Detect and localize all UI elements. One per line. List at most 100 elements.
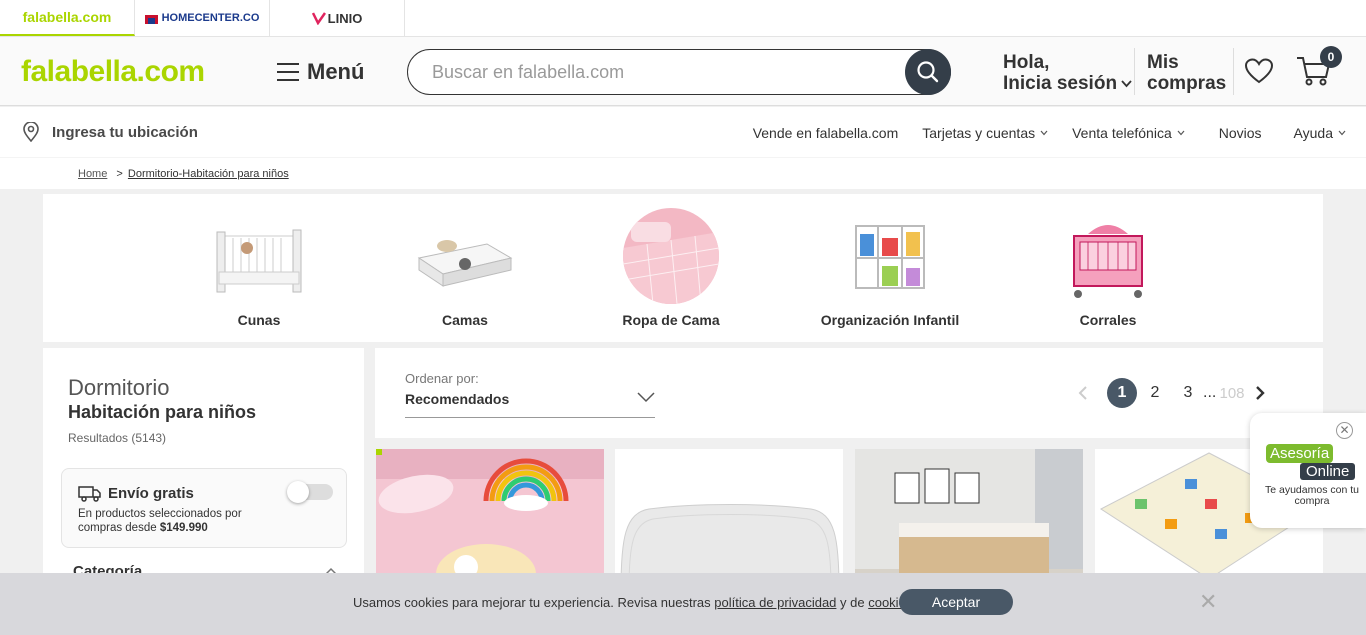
sort-toolbar: Ordenar por: Recomendados 1 2 3 ... 108 bbox=[375, 348, 1323, 438]
close-icon[interactable]: ✕ bbox=[1336, 422, 1353, 439]
brand-label: LINIO bbox=[327, 10, 363, 26]
chevron-down-icon bbox=[1338, 130, 1346, 136]
category-label: Ropa de Cama bbox=[622, 312, 720, 328]
search-button[interactable] bbox=[905, 49, 951, 95]
chat-title-line1: Asesoría bbox=[1266, 444, 1334, 463]
product-card[interactable] bbox=[376, 449, 604, 589]
page-link[interactable]: 3 bbox=[1173, 384, 1203, 402]
cookie-text-part: y de bbox=[836, 595, 869, 610]
wishlist-button[interactable] bbox=[1244, 57, 1274, 90]
shelf-image bbox=[842, 208, 938, 304]
product-image bbox=[855, 449, 1083, 589]
toggle-knob bbox=[287, 481, 309, 503]
login-label: Inicia sesión bbox=[1003, 73, 1118, 94]
category-label: Corrales bbox=[1079, 312, 1137, 328]
free-shipping-title: Envío gratis bbox=[78, 484, 194, 502]
filter-sidebar: Dormitorio Habitación para niños Resulta… bbox=[43, 348, 364, 588]
chevron-right-icon[interactable] bbox=[1255, 385, 1265, 401]
nav-link-label: Venta telefónica bbox=[1072, 125, 1172, 141]
free-shipping-filter: Envío gratis En productos seleccionados … bbox=[61, 468, 347, 548]
page-title: Dormitorio bbox=[68, 375, 170, 400]
sort-underline bbox=[405, 417, 655, 418]
crib-image bbox=[211, 208, 307, 304]
product-image bbox=[615, 449, 843, 589]
category-label: Camas bbox=[442, 312, 488, 328]
orders-label-line1: Mis bbox=[1147, 52, 1179, 73]
brand-bar: falabella.com HOMECENTER.CO LINIO bbox=[0, 0, 1366, 37]
product-card[interactable] bbox=[615, 449, 843, 589]
orders-label-line2: compras bbox=[1147, 73, 1227, 94]
sort-select[interactable]: Recomendados bbox=[405, 391, 509, 407]
brand-tab-falabella[interactable]: falabella.com bbox=[0, 0, 135, 36]
results-count: Resultados (5143) bbox=[68, 431, 167, 445]
breadcrumb-home[interactable]: Home bbox=[78, 168, 107, 180]
falabella-logo[interactable]: falabella.com bbox=[21, 55, 205, 89]
page-current[interactable]: 1 bbox=[1107, 378, 1137, 408]
nav-link-novios[interactable]: Novios bbox=[1219, 125, 1262, 141]
breadcrumb-separator: > bbox=[116, 168, 123, 180]
chevron-left-icon[interactable] bbox=[1078, 385, 1088, 401]
chat-title-line2: Online bbox=[1300, 463, 1356, 480]
nav-link-label: Vende en falabella.com bbox=[752, 125, 899, 141]
breadcrumb-bar: Home > Dormitorio-Habitación para niños bbox=[0, 157, 1366, 189]
my-orders-link[interactable]: Mis compras bbox=[1147, 52, 1226, 94]
cookie-text-part: Usamos cookies para mejorar tu experienc… bbox=[353, 595, 715, 610]
cookie-banner: Usamos cookies para mejorar tu experienc… bbox=[0, 573, 1366, 635]
online-assistance-widget[interactable]: ✕ Asesoría Online Te ayudamos con tu com… bbox=[1250, 413, 1366, 528]
page-last[interactable]: 108 bbox=[1215, 385, 1249, 402]
close-icon[interactable]: ✕ bbox=[1199, 591, 1217, 613]
page-link[interactable]: 2 bbox=[1137, 384, 1173, 402]
page-ellipsis: ... bbox=[1203, 384, 1217, 401]
nav-link-phone-sales[interactable]: Venta telefónica bbox=[1072, 125, 1185, 141]
search-icon bbox=[917, 61, 939, 83]
cookie-text: Usamos cookies para mejorar tu experienc… bbox=[353, 595, 916, 610]
nav-link-label: Tarjetas y cuentas bbox=[922, 125, 1036, 141]
breadcrumb-current[interactable]: Dormitorio-Habitación para niños bbox=[128, 168, 289, 180]
category-camas[interactable]: Camas bbox=[380, 194, 550, 328]
heart-icon bbox=[1244, 58, 1274, 84]
location-label: Ingresa tu ubicación bbox=[52, 123, 198, 141]
accept-cookies-button[interactable]: Aceptar bbox=[899, 589, 1013, 615]
category-cunas[interactable]: Cunas bbox=[174, 194, 344, 328]
free-shipping-description: En productos seleccionados por compras d… bbox=[78, 507, 242, 535]
chevron-down-icon[interactable] bbox=[637, 391, 655, 403]
menu-label: Menú bbox=[307, 59, 365, 84]
breadcrumb: Home > Dormitorio-Habitación para niños bbox=[78, 168, 289, 180]
nav-link-cards[interactable]: Tarjetas y cuentas bbox=[922, 125, 1048, 141]
nav-links: Vende en falabella.com Tarjetas y cuenta… bbox=[753, 125, 1346, 141]
nav-link-help[interactable]: Ayuda bbox=[1294, 125, 1346, 141]
brand-tab-linio[interactable]: LINIO bbox=[270, 0, 405, 36]
main-header: falabella.com Menú Hola, Inicia sesión M… bbox=[0, 37, 1366, 106]
free-shipping-toggle[interactable] bbox=[287, 481, 333, 503]
product-card[interactable] bbox=[855, 449, 1083, 589]
truck-icon bbox=[78, 486, 101, 502]
bed-image bbox=[417, 208, 513, 304]
free-shipping-amount: $149.990 bbox=[159, 522, 208, 534]
brand-tab-homecenter[interactable]: HOMECENTER.CO bbox=[135, 0, 270, 36]
sub-navigation: Ingresa tu ubicación Vende en falabella.… bbox=[0, 107, 1366, 157]
nav-link-label: Novios bbox=[1218, 125, 1262, 141]
homecenter-logo-icon bbox=[144, 14, 158, 24]
chevron-down-icon bbox=[1040, 130, 1048, 136]
free-shipping-desc-line: compras desde bbox=[78, 522, 160, 534]
brand-label: HOMECENTER.CO bbox=[161, 12, 260, 24]
chevron-down-icon bbox=[1177, 130, 1185, 136]
chevron-down-icon bbox=[1121, 79, 1132, 87]
free-shipping-label: Envío gratis bbox=[108, 484, 194, 502]
privacy-policy-link[interactable]: política de privacidad bbox=[714, 595, 836, 610]
category-label: Organización Infantil bbox=[820, 312, 960, 328]
brand-label: falabella.com bbox=[22, 9, 112, 25]
category-corrales[interactable]: Corrales bbox=[1023, 194, 1193, 328]
location-selector[interactable]: Ingresa tu ubicación bbox=[22, 122, 198, 142]
login-menu[interactable]: Hola, Inicia sesión bbox=[1003, 52, 1132, 94]
category-organizacion-infantil[interactable]: Organización Infantil bbox=[805, 194, 975, 328]
search-input[interactable] bbox=[432, 60, 872, 84]
sort-label: Ordenar por: bbox=[405, 371, 479, 386]
category-ropa-de-cama[interactable]: Ropa de Cama bbox=[586, 194, 756, 328]
cart-count-badge: 0 bbox=[1320, 46, 1342, 68]
menu-button[interactable]: Menú bbox=[277, 59, 364, 85]
bedding-image bbox=[623, 208, 719, 304]
nav-link-sell[interactable]: Vende en falabella.com bbox=[753, 125, 899, 141]
playpen-image bbox=[1060, 208, 1156, 304]
linio-logo-icon bbox=[311, 12, 326, 25]
